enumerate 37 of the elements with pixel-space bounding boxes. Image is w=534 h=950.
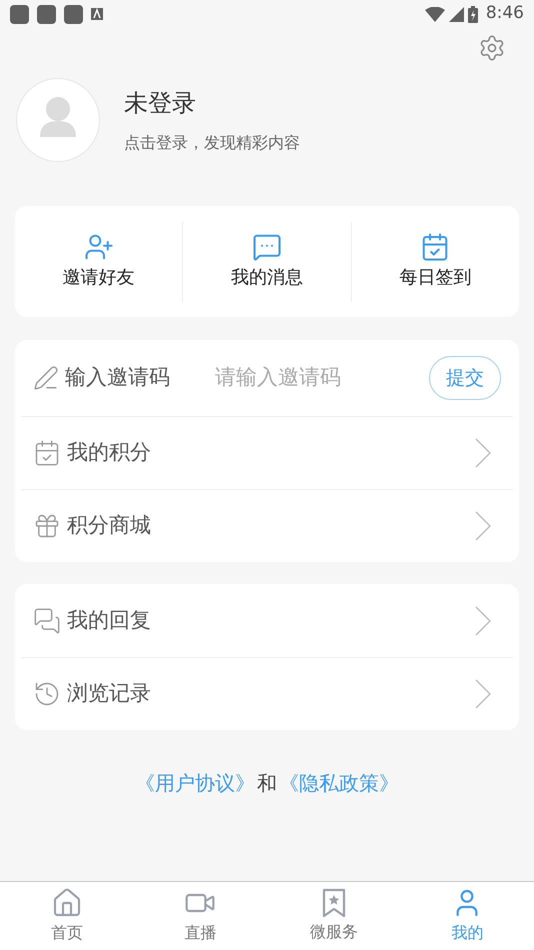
login-hint: 点击登录，发现精彩内容	[124, 132, 300, 154]
invite-code-field[interactable]: 请输入邀请码	[215, 362, 423, 394]
battery-icon	[468, 6, 478, 22]
chevron-icon	[475, 438, 491, 468]
calendar-check-icon	[420, 232, 450, 262]
row-label: 输入邀请码	[65, 364, 171, 392]
history-icon	[33, 680, 61, 708]
tab-item[interactable]: 直播	[134, 882, 267, 950]
shortcut-button[interactable]: 邀请好友	[15, 232, 182, 291]
conjunction-text: 和	[257, 770, 277, 797]
app-notification-icon	[91, 8, 103, 20]
calendar-check-icon	[33, 439, 61, 467]
clock-time: 8:46	[486, 2, 524, 26]
chat-bubble-icon	[252, 232, 282, 262]
menu-item[interactable]: 浏览记录	[21, 657, 513, 730]
person-silhouette-icon	[40, 97, 76, 137]
menu-item[interactable]: 我的回复	[21, 584, 513, 657]
tab-item[interactable]: 微服务	[267, 882, 400, 950]
chevron-icon	[475, 606, 491, 636]
shortcut-button[interactable]: 我的消息	[183, 232, 351, 291]
gift-icon	[33, 512, 61, 540]
notification-icon	[37, 4, 56, 24]
signal-icon	[448, 6, 464, 22]
chat-bubbles-icon	[33, 606, 61, 634]
notification-icon	[64, 4, 83, 24]
settings-button[interactable]	[478, 34, 506, 62]
shortcut-button[interactable]: 每日签到	[352, 232, 519, 291]
user-plus-icon	[84, 232, 114, 262]
wifi-icon	[424, 6, 445, 22]
notification-icon	[10, 4, 29, 24]
login-status[interactable]: 未登录	[124, 85, 300, 121]
tab-item[interactable]: 首页	[0, 882, 134, 950]
menu-item[interactable]: 我的积分	[21, 416, 513, 489]
chevron-icon	[475, 511, 491, 541]
pencil-icon	[33, 365, 59, 391]
chevron-icon	[475, 679, 491, 709]
menu-item[interactable]: 积分商城	[21, 489, 513, 562]
